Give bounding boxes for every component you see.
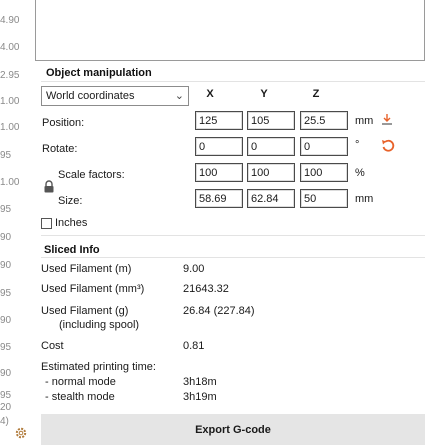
field-value: 25.5 xyxy=(304,115,326,127)
scale-x-field[interactable]: 100 xyxy=(195,163,243,182)
size-y-field[interactable]: 62.84 xyxy=(247,189,295,208)
used-filament-m-value: 9.00 xyxy=(183,263,205,275)
ruler-value: 4) xyxy=(0,416,9,427)
cost-value: 0.81 xyxy=(183,340,205,352)
scale-y-field[interactable]: 100 xyxy=(247,163,295,182)
ruler-value: 90 xyxy=(0,260,12,271)
position-label: Position: xyxy=(42,117,85,129)
field-value: 105 xyxy=(251,115,270,127)
ruler-value: 95 xyxy=(0,342,12,353)
field-value: 58.69 xyxy=(199,193,227,205)
cost-label: Cost xyxy=(41,340,64,352)
object-manipulation-title: Object manipulation xyxy=(46,67,152,79)
normal-mode-value: 3h18m xyxy=(183,376,217,388)
size-x-field[interactable]: 58.69 xyxy=(195,189,243,208)
export-gcode-label: Export G-code xyxy=(195,424,271,436)
position-y-field[interactable]: 105 xyxy=(247,111,295,130)
field-value: 100 xyxy=(199,167,218,179)
stealth-mode-value: 3h19m xyxy=(183,391,217,403)
used-filament-mm3-value: 21643.32 xyxy=(183,283,229,295)
ruler-value: 1.00 xyxy=(0,177,20,188)
axis-y-label: Y xyxy=(260,88,268,100)
inches-label: Inches xyxy=(55,217,88,229)
left-ruler-gutter: 4.90 4.00 2.95 1.00 1.00 95 1.00 95 90 9… xyxy=(0,0,30,445)
size-label: Size: xyxy=(58,195,83,207)
field-value: 0 xyxy=(304,141,311,153)
ruler-value: 95 xyxy=(0,150,12,161)
rotate-z-field[interactable]: 0 xyxy=(300,137,348,156)
used-filament-mm3-label: Used Filament (mm³) xyxy=(41,283,145,295)
size-z-field[interactable]: 50 xyxy=(300,189,348,208)
stealth-mode-label: - stealth mode xyxy=(45,391,115,403)
reset-rotation-icon[interactable] xyxy=(380,138,396,154)
scale-unit: % xyxy=(355,167,365,179)
rotate-y-field[interactable]: 0 xyxy=(247,137,295,156)
scale-factors-label: Scale factors: xyxy=(58,169,125,181)
field-value: 0 xyxy=(251,141,258,153)
position-x-field[interactable]: 125 xyxy=(195,111,243,130)
ruler-value: 4.00 xyxy=(0,42,20,53)
position-z-field[interactable]: 25.5 xyxy=(300,111,348,130)
export-gcode-button[interactable]: Export G-code xyxy=(41,414,425,445)
rotate-x-field[interactable]: 0 xyxy=(195,137,243,156)
axis-z-label: Z xyxy=(312,88,320,100)
rotate-label: Rotate: xyxy=(42,143,78,155)
used-filament-g-label: Used Filament (g) xyxy=(41,305,129,317)
used-filament-m-label: Used Filament (m) xyxy=(41,263,132,275)
coordinates-select-value: World coordinates xyxy=(46,90,135,102)
scale-z-field[interactable]: 100 xyxy=(300,163,348,182)
used-filament-g-sublabel: (including spool) xyxy=(59,319,140,331)
ruler-value: 1.00 xyxy=(0,96,20,107)
ruler-value: 20 xyxy=(0,402,12,413)
position-unit: mm xyxy=(355,115,374,127)
normal-mode-label: - normal mode xyxy=(45,376,116,388)
object-list-panel[interactable] xyxy=(35,0,425,61)
coordinates-select[interactable]: World coordinates ⌄ xyxy=(41,86,189,106)
ruler-value: 90 xyxy=(0,232,12,243)
rotate-unit: ° xyxy=(355,139,360,151)
drop-to-bed-icon[interactable] xyxy=(380,112,394,126)
field-value: 50 xyxy=(304,193,317,205)
sliced-info-title: Sliced Info xyxy=(44,244,100,256)
field-value: 100 xyxy=(251,167,270,179)
size-unit: mm xyxy=(355,193,374,205)
divider xyxy=(41,235,425,236)
divider xyxy=(41,257,425,258)
field-value: 62.84 xyxy=(251,193,279,205)
chevron-down-icon: ⌄ xyxy=(174,90,184,102)
ruler-value: 90 xyxy=(0,368,12,379)
field-value: 125 xyxy=(199,115,218,127)
estimated-print-time-label: Estimated printing time: xyxy=(41,361,156,373)
ruler-value: 95 xyxy=(0,288,12,299)
ruler-value: 4.90 xyxy=(0,15,20,26)
ruler-value: 2.95 xyxy=(0,70,20,81)
lock-icon[interactable] xyxy=(43,180,55,193)
inches-checkbox[interactable] xyxy=(41,218,52,229)
used-filament-g-value: 26.84 (227.84) xyxy=(183,305,255,317)
field-value: 0 xyxy=(199,141,206,153)
ruler-value: 95 xyxy=(0,204,12,215)
field-value: 100 xyxy=(304,167,323,179)
ruler-value: 95 xyxy=(0,390,12,401)
ruler-value: 1.00 xyxy=(0,122,20,133)
ruler-value: 90 xyxy=(0,315,12,326)
divider xyxy=(41,81,425,82)
settings-gear-icon[interactable] xyxy=(14,426,28,440)
axis-x-label: X xyxy=(206,88,214,100)
